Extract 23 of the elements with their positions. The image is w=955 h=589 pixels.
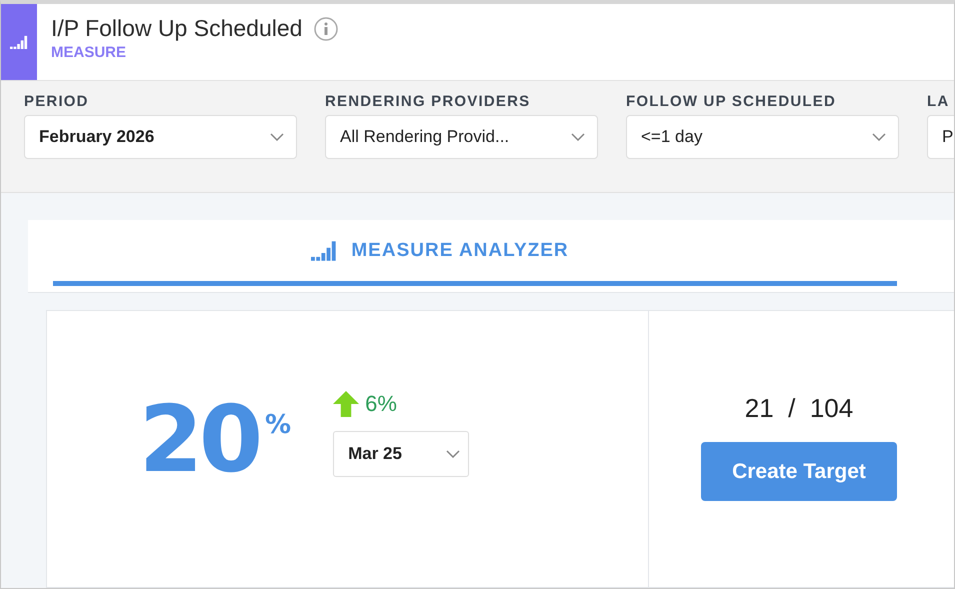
filter-label: RENDERING PROVIDERS xyxy=(325,93,532,110)
filter-dropdown[interactable]: All Rendering Provid... xyxy=(325,115,598,159)
chevron-down-icon xyxy=(446,450,460,458)
page-subtitle: MEASURE xyxy=(51,44,128,61)
count-ratio: 21 / 104 xyxy=(744,393,854,424)
score-value: 20 xyxy=(139,386,260,492)
filter-dropdown[interactable]: P xyxy=(927,115,954,159)
filter-dropdown[interactable]: February 2026 xyxy=(24,115,297,159)
filter-label: PERIOD xyxy=(24,93,90,110)
signal-bars-icon xyxy=(10,34,28,50)
signal-bars-icon xyxy=(311,240,338,261)
compare-dropdown[interactable]: Mar 25 xyxy=(333,431,470,477)
chevron-down-icon xyxy=(872,133,886,141)
change-value: 6% xyxy=(365,391,397,417)
filter-label: LA xyxy=(927,93,950,110)
filter-dropdown[interactable]: <=1 day xyxy=(626,115,899,159)
filter-label: FOLLOW UP SCHEDULED xyxy=(626,93,838,110)
page-title: I/P Follow Up Scheduled xyxy=(51,15,302,42)
score-unit: % xyxy=(265,410,292,440)
chevron-down-icon xyxy=(571,133,585,141)
up-arrow-icon xyxy=(333,391,360,417)
chevron-down-icon xyxy=(270,133,284,141)
info-icon[interactable] xyxy=(314,16,338,40)
